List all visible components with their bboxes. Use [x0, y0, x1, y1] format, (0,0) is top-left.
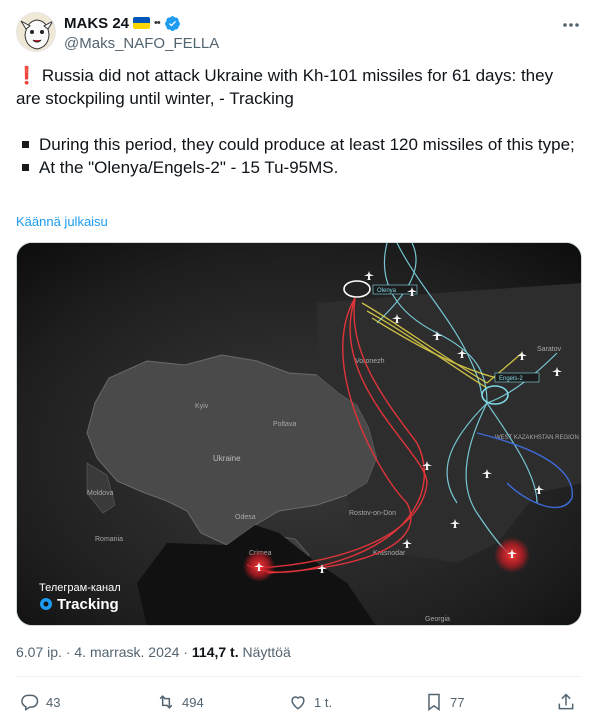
- tweet-text: ❗ Russia did not attack Ukraine with Kh-…: [16, 64, 582, 179]
- meta-separator: ·: [183, 644, 192, 660]
- label-kyiv: Kyiv: [195, 403, 209, 410]
- tweet-time[interactable]: 6.07 ip.: [16, 644, 62, 660]
- reply-button[interactable]: 43: [20, 690, 60, 714]
- watermark-caption: Телеграм-канал: [39, 582, 121, 594]
- tweet-meta: 6.07 ip. · 4. marrask. 2024 · 114,7 t. N…: [16, 644, 291, 660]
- label-romania: Romania: [95, 536, 123, 543]
- label-saratov: Saratov: [537, 346, 562, 353]
- repost-button[interactable]: 494: [156, 690, 204, 714]
- avatar[interactable]: [16, 12, 56, 52]
- bullet-square-icon: [22, 163, 29, 171]
- label-rostov: Rostov-on-Don: [349, 510, 396, 517]
- display-name[interactable]: MAKS 24: [64, 15, 129, 32]
- tweet-media-image[interactable]: Ukraine Kyiv Poltava Odesa Moldova Roman…: [16, 242, 582, 626]
- reply-icon: [21, 694, 39, 711]
- label-poltava: Poltava: [273, 421, 296, 428]
- views-label: Näyttöä: [242, 644, 291, 660]
- reply-count: 43: [46, 694, 61, 710]
- bullet-square-icon: [22, 140, 29, 148]
- missile-route-map: Ukraine Kyiv Poltava Odesa Moldova Roman…: [17, 243, 581, 625]
- tweet-date[interactable]: 4. marrask. 2024: [74, 644, 179, 660]
- more-options-icon[interactable]: [560, 14, 582, 36]
- like-button[interactable]: 1 t.: [288, 690, 332, 714]
- verified-badge-icon: [164, 15, 180, 31]
- share-button[interactable]: [556, 690, 576, 714]
- repost-icon: [159, 695, 173, 709]
- label-kazakhstan: WEST KAZAKHSTAN REGION: [495, 435, 579, 441]
- translate-post-link[interactable]: Käännä julkaisu: [16, 214, 108, 229]
- view-count: 114,7 t.: [191, 644, 239, 660]
- olenya-tag: Olenya: [377, 288, 397, 294]
- bookmark-count: 77: [450, 694, 465, 710]
- exclamation-icon: ❗: [16, 66, 38, 85]
- label-ukraine: Ukraine: [213, 454, 241, 463]
- action-bar: 43 494 1 t. 77: [16, 690, 582, 716]
- bookmark-icon: [428, 693, 440, 711]
- tweet-header: MAKS 24 •• @Maks_NAFO_FELLA: [16, 12, 582, 54]
- engels-tag: Engels-2: [499, 376, 523, 382]
- label-voronezh: Voronezh: [355, 358, 385, 365]
- repost-count: 494: [182, 694, 204, 710]
- label-odesa: Odesa: [235, 514, 256, 521]
- bookmark-button[interactable]: 77: [424, 690, 464, 714]
- heart-icon: [291, 696, 305, 710]
- label-georgia: Georgia: [425, 616, 450, 623]
- tweet-line-1: Russia did not attack Ukraine with Kh-10…: [16, 66, 554, 108]
- ukraine-flag-icon: [133, 17, 151, 29]
- user-handle[interactable]: @Maks_NAFO_FELLA: [64, 35, 219, 52]
- share-icon: [558, 693, 574, 710]
- watermark-brand: Tracking: [57, 596, 119, 613]
- like-count: 1 t.: [314, 694, 333, 710]
- eyes-icon: ••: [154, 17, 161, 29]
- divider: [16, 676, 582, 677]
- avatar-image: [17, 13, 55, 51]
- tweet-line-3: At the "Olenya/Engels-2" - 15 Tu-95MS.: [39, 158, 339, 177]
- tweet-line-2: During this period, they could produce a…: [39, 135, 575, 154]
- label-moldova: Moldova: [87, 490, 114, 497]
